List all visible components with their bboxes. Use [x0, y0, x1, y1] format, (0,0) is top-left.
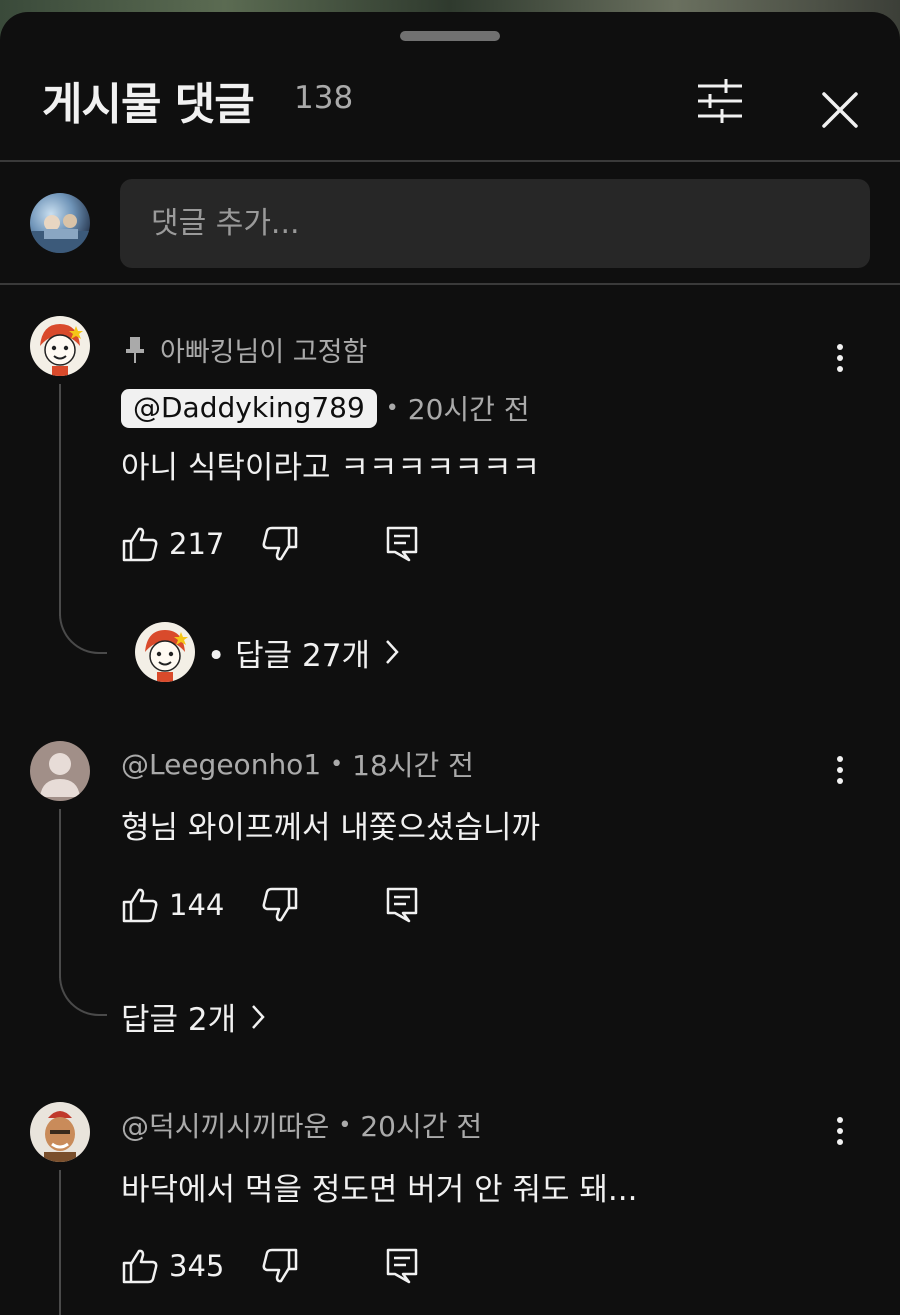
comment-more-button[interactable]	[828, 338, 852, 378]
thumbs-up-icon	[122, 888, 158, 923]
thumbs-down-icon	[262, 526, 298, 561]
creator-avatar-mini	[135, 622, 195, 682]
comment-text: 바닥에서 먹을 정도면 버거 안 줘도 돼...	[121, 1172, 638, 1208]
comments-count: 138	[294, 80, 354, 116]
thumbs-down-icon	[262, 1248, 298, 1283]
comment-actions: 345	[121, 1246, 419, 1286]
comment-avatar[interactable]	[30, 1102, 90, 1162]
view-replies-button[interactable]: 답글 2개	[121, 994, 266, 1039]
comments-title: 게시물 댓글	[42, 79, 255, 130]
cartoon-character-avatar	[44, 1111, 76, 1162]
like-count: 345	[169, 1249, 225, 1283]
like-button[interactable]: 217	[121, 525, 249, 563]
more-vert-icon	[837, 756, 843, 784]
cartoon-avatar-image	[30, 316, 90, 376]
comment-author[interactable]: @Leegeonho1	[121, 748, 321, 781]
add-comment-input[interactable]: 댓글 추가...	[120, 179, 870, 268]
comments-sheet: 게시물 댓글 138 댓글 추가... 아빠킹님이 고정함 @Daddyking…	[0, 12, 900, 1315]
header-divider	[0, 160, 900, 162]
comment-more-button[interactable]	[828, 750, 852, 790]
pinned-label: 아빠킹님이 고정함	[160, 337, 368, 368]
my-avatar[interactable]	[30, 193, 90, 253]
comment-avatar[interactable]	[30, 741, 90, 801]
thread-line	[59, 809, 61, 978]
comment-text: 형님 와이프께서 내쫓으셨습니까	[121, 810, 540, 846]
comment-time: 20시간 전	[407, 393, 530, 426]
pinned-indicator: 아빠킹님이 고정함	[124, 330, 367, 369]
drag-handle[interactable]	[400, 31, 500, 41]
reply-button[interactable]	[385, 525, 419, 563]
close-button[interactable]	[816, 86, 864, 134]
like-button[interactable]: 345	[121, 1247, 249, 1285]
thread-line	[59, 384, 61, 616]
comment-avatar[interactable]	[30, 316, 90, 376]
chevron-right-icon	[386, 640, 399, 664]
thread-connector	[59, 606, 107, 654]
more-vert-icon	[837, 1117, 843, 1145]
replies-label: 답글 2개	[121, 1002, 237, 1038]
default-avatar-icon	[40, 753, 80, 797]
like-count: 217	[169, 527, 225, 561]
comment-meta: @Leegeonho1 • 18시간 전	[121, 744, 474, 784]
comment-author[interactable]: @덕시끼시끼따운	[121, 1105, 329, 1145]
like-count: 144	[169, 888, 225, 922]
thumbs-up-icon	[122, 527, 158, 562]
reply-button[interactable]	[385, 886, 419, 924]
reply-comment-icon	[386, 887, 418, 923]
pin-icon	[126, 336, 144, 363]
comment-time: 18시간 전	[352, 749, 474, 782]
view-replies-button[interactable]: • 답글 27개	[121, 622, 400, 682]
reply-comment-icon	[386, 526, 418, 562]
composer-divider	[0, 283, 900, 285]
comment-more-button[interactable]	[828, 1111, 852, 1151]
comment-author-chip[interactable]: @Daddyking789	[121, 388, 377, 428]
more-vert-icon	[837, 344, 843, 372]
chevron-right-icon	[252, 1004, 265, 1029]
comment-meta: @Daddyking789 • 20시간 전	[121, 388, 530, 428]
like-button[interactable]: 144	[121, 886, 249, 924]
comment-actions: 144	[121, 885, 419, 925]
dislike-button[interactable]	[261, 1247, 299, 1285]
dislike-button[interactable]	[261, 886, 299, 924]
thumbs-down-icon	[262, 887, 298, 922]
thumbs-up-icon	[122, 1249, 158, 1284]
comment-actions: 217	[121, 524, 419, 564]
comment-time: 20시간 전	[360, 1110, 483, 1143]
reply-button[interactable]	[385, 1247, 419, 1285]
replies-label: • 답글 27개	[207, 637, 370, 674]
reply-comment-icon	[386, 1248, 418, 1284]
avatar-image	[30, 214, 90, 253]
sliders-icon	[698, 79, 742, 123]
comment-meta: @덕시끼시끼따운 • 20시간 전	[121, 1105, 482, 1145]
dislike-button[interactable]	[261, 525, 299, 563]
close-icon	[822, 92, 858, 128]
thread-line	[59, 1170, 61, 1315]
thread-connector	[59, 968, 107, 1016]
filter-sort-button[interactable]	[692, 76, 748, 126]
comment-text: 아니 식탁이라고 ㅋㅋㅋㅋㅋㅋㅋ	[121, 450, 540, 486]
